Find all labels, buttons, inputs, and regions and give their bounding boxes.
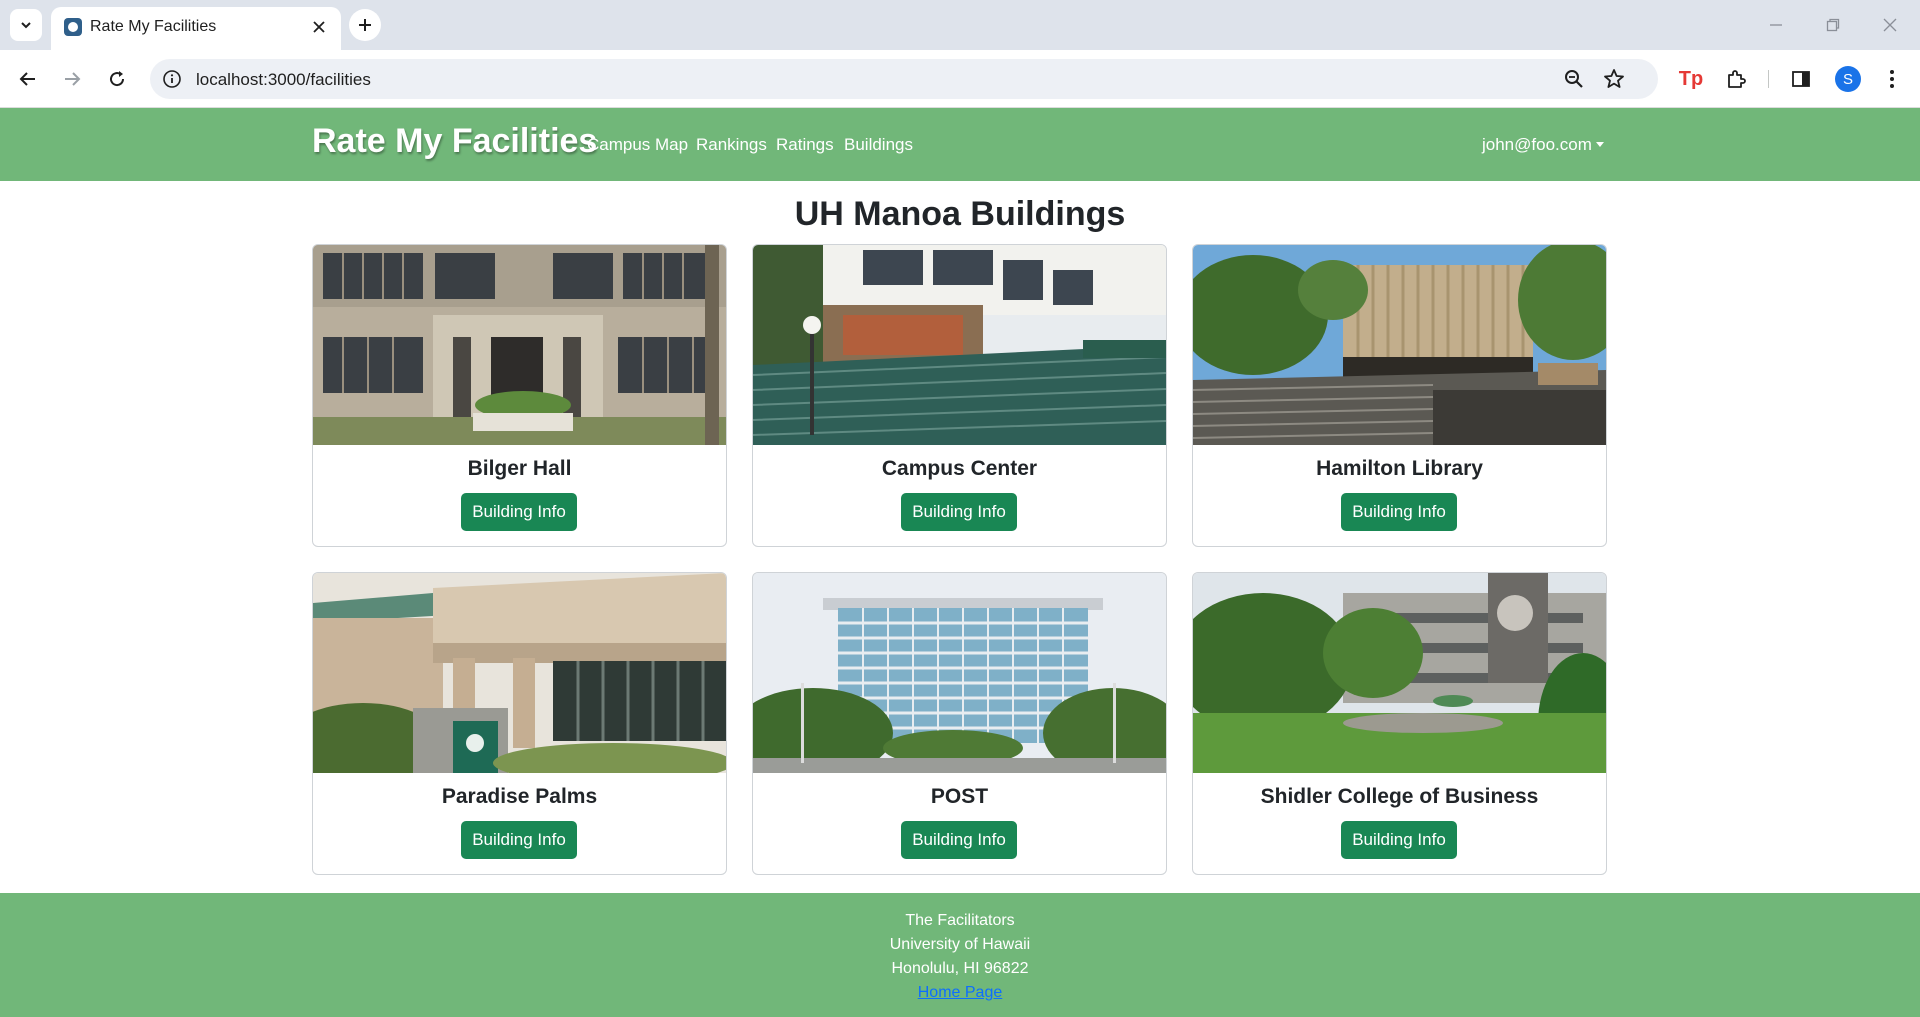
user-dropdown[interactable]: john@foo.com [1482, 135, 1604, 155]
minimize-icon [1770, 24, 1782, 26]
site-brand[interactable]: Rate My Facilities [312, 122, 597, 161]
profile-avatar[interactable]: S [1835, 66, 1861, 92]
site-navbar: Rate My Facilities Campus Map Rankings R… [0, 108, 1920, 181]
tab-title: Rate My Facilities [90, 18, 217, 35]
footer-link-row: Home Page [0, 984, 1920, 1002]
building-info-button[interactable]: Building Info [461, 821, 577, 859]
building-info-button[interactable]: Building Info [1341, 493, 1457, 531]
zoom-icon[interactable] [1562, 67, 1586, 91]
building-photo-post [753, 573, 1166, 773]
building-name: Hamilton Library [1316, 457, 1483, 480]
forward-button[interactable] [56, 63, 88, 95]
building-name: Bilger Hall [467, 457, 572, 480]
chevron-down-icon [21, 22, 31, 29]
site-footer: The Facilitators University of Hawaii Ho… [0, 893, 1920, 1017]
nav-link-campus-map[interactable]: Campus Map [587, 135, 688, 155]
reload-button[interactable] [101, 63, 133, 95]
nav-link-rankings[interactable]: Rankings [696, 135, 767, 155]
arrow-left-icon [19, 72, 35, 86]
restore-window-button[interactable] [1815, 10, 1851, 40]
footer-address: Honolulu, HI 96822 [891, 960, 1029, 977]
building-photo-paradise-palms [313, 573, 726, 773]
building-photo-campus-center [753, 245, 1166, 445]
bookmark-star-icon[interactable] [1602, 67, 1626, 91]
building-name: Campus Center [881, 457, 1038, 480]
new-tab-button[interactable] [349, 9, 381, 41]
tab-search-button[interactable] [10, 9, 42, 41]
nav-link-ratings[interactable]: Ratings [776, 135, 834, 155]
home-page-link[interactable]: Home Page [918, 984, 1003, 1001]
building-info-button[interactable]: Building Info [461, 493, 577, 531]
minimize-window-button[interactable] [1758, 10, 1794, 40]
browser-menu-button[interactable] [1876, 63, 1908, 95]
building-card: Campus Center Building Info [752, 244, 1167, 547]
footer-university: University of Hawaii [889, 936, 1031, 953]
restore-icon [1826, 18, 1840, 32]
building-card: Shidler College of Business Building Inf… [1192, 572, 1607, 875]
close-icon [313, 21, 325, 33]
reload-icon [110, 71, 125, 87]
close-icon [1883, 18, 1897, 32]
building-card: Paradise Palms Building Info [312, 572, 727, 875]
building-info-button[interactable]: Building Info [901, 493, 1017, 531]
toolbar-divider [1768, 70, 1769, 88]
site-favicon-icon [64, 18, 82, 36]
url-text[interactable]: localhost:3000/facilities [196, 70, 371, 90]
browser-tabstrip: Rate My Facilities [0, 0, 1920, 50]
more-vertical-icon [1890, 70, 1894, 88]
close-window-button[interactable] [1872, 10, 1908, 40]
extension-tp-icon[interactable]: Tp [1677, 63, 1705, 95]
user-email: john@foo.com [1482, 135, 1592, 154]
building-name: Shidler College of Business [1260, 785, 1539, 808]
side-panel-button[interactable] [1785, 63, 1817, 95]
caret-down-icon [1595, 142, 1604, 147]
puzzle-icon [1728, 70, 1746, 88]
side-panel-icon [1792, 71, 1810, 87]
building-info-button[interactable]: Building Info [901, 821, 1017, 859]
browser-tab-active[interactable]: Rate My Facilities [51, 7, 341, 50]
nav-link-buildings[interactable]: Buildings [844, 135, 913, 155]
address-bar[interactable]: localhost:3000/facilities [150, 59, 1658, 99]
building-card: Bilger Hall Building Info [312, 244, 727, 547]
building-photo-shidler [1193, 573, 1606, 773]
extensions-button[interactable] [1720, 63, 1752, 95]
info-icon[interactable] [162, 69, 182, 89]
browser-toolbar: localhost:3000/facilities Tp S [0, 50, 1920, 108]
plus-icon [359, 19, 371, 31]
building-name: Paradise Palms [441, 785, 598, 808]
footer-team-name: The Facilitators [905, 912, 1015, 929]
arrow-right-icon [65, 72, 81, 86]
building-name: POST [930, 785, 989, 808]
building-photo-bilger-hall [313, 245, 726, 445]
page-title: UH Manoa Buildings [794, 195, 1126, 233]
back-button[interactable] [12, 63, 44, 95]
building-info-button[interactable]: Building Info [1341, 821, 1457, 859]
building-card: POST Building Info [752, 572, 1167, 875]
building-photo-hamilton-library [1193, 245, 1606, 445]
building-card: Hamilton Library Building Info [1192, 244, 1607, 547]
tab-close-button[interactable] [307, 15, 331, 39]
